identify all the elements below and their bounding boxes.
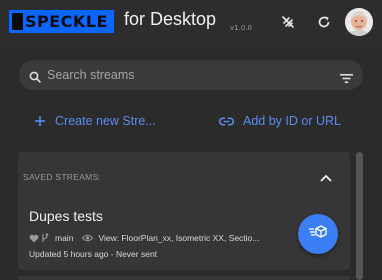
app-window: SPECKLE for Desktop v1.0.0 Search stream… — [0, 0, 382, 280]
heart-icon[interactable] — [29, 234, 39, 243]
sync-disabled-icon[interactable] — [279, 13, 297, 31]
saved-streams-header[interactable]: SAVED STREAMS: — [18, 152, 350, 198]
branch-icon — [41, 233, 49, 243]
filter-icon[interactable] — [340, 69, 353, 88]
eye-icon — [82, 234, 94, 242]
app-header: SPECKLE for Desktop v1.0.0 — [0, 0, 382, 46]
next-stream-card-edge — [18, 276, 350, 280]
link-icon — [219, 116, 234, 126]
user-avatar[interactable] — [345, 8, 373, 36]
app-version: v1.0.0 — [230, 24, 252, 32]
search-input[interactable] — [47, 60, 327, 90]
saved-streams-panel: SAVED STREAMS: Dupes tests main View: Fl… — [18, 152, 350, 270]
send-stream-button[interactable] — [298, 214, 338, 254]
search-bar[interactable] — [19, 60, 363, 90]
add-by-id-label: Add by ID or URL — [243, 114, 341, 128]
create-stream-button[interactable]: Create new Stre... — [34, 110, 156, 132]
logo-text: SPECKLE — [25, 12, 108, 31]
speckle-logo: SPECKLE — [9, 10, 114, 33]
stream-view: View: FloorPlan_xx, Isometric XX, Sectio… — [98, 233, 260, 243]
logo-mark — [12, 13, 23, 30]
add-by-id-button[interactable]: Add by ID or URL — [219, 110, 341, 132]
refresh-icon[interactable] — [315, 13, 333, 31]
create-stream-label: Create new Stre... — [55, 114, 156, 128]
search-icon — [29, 68, 41, 87]
saved-streams-label: SAVED STREAMS: — [23, 172, 102, 182]
app-title: for Desktop — [124, 9, 217, 29]
stream-meta: main View: FloorPlan_xx, Isometric XX, S… — [29, 232, 259, 244]
plus-icon — [34, 115, 46, 127]
chevron-up-icon[interactable] — [320, 167, 332, 186]
scrollbar[interactable] — [356, 152, 363, 280]
send-cube-icon — [308, 224, 328, 244]
branch-name: main — [55, 233, 74, 243]
stream-name: Dupes tests — [29, 208, 103, 224]
stream-updated: Updated 5 hours ago - Never sent — [29, 249, 158, 259]
